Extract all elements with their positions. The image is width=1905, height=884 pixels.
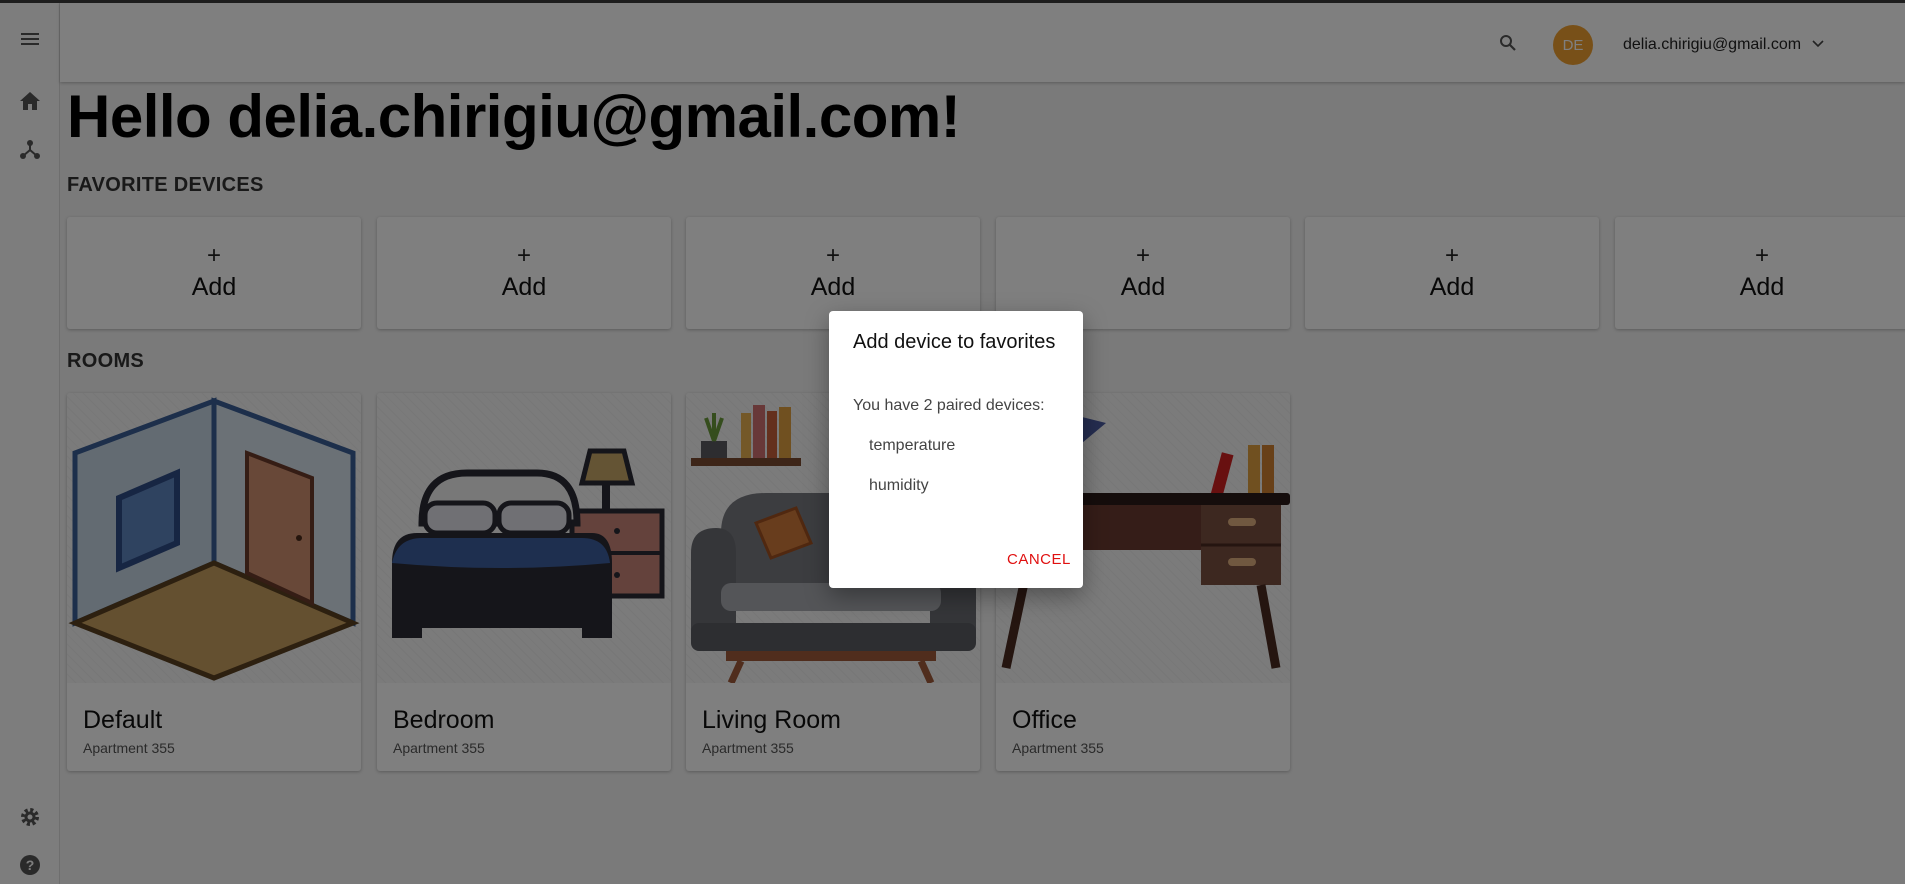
dialog-title: Add device to favorites [853, 331, 1056, 353]
device-option-humidity[interactable]: humidity [869, 477, 929, 495]
device-option-temperature[interactable]: temperature [869, 437, 955, 455]
cancel-button[interactable]: CANCEL [1007, 551, 1071, 568]
add-favorite-dialog: Add device to favorites You have 2 paire… [829, 311, 1083, 588]
dialog-text: You have 2 paired devices: [853, 397, 1045, 414]
